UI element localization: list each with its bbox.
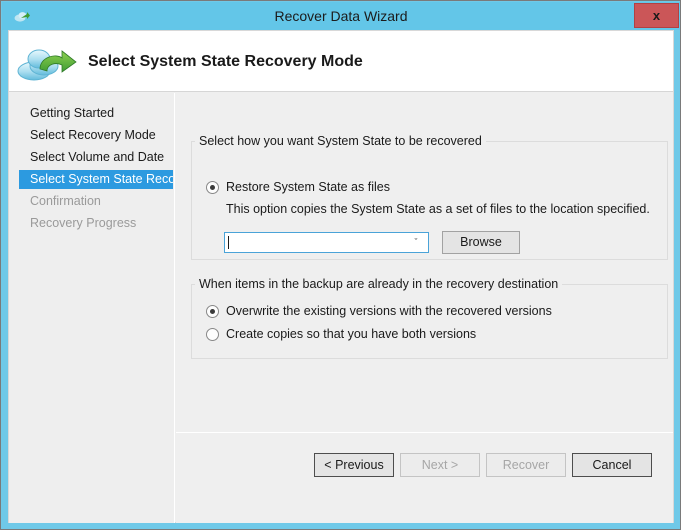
next-button: Next > bbox=[400, 453, 480, 477]
overwrite-existing-label: Overwrite the existing versions with the… bbox=[226, 304, 552, 318]
browse-button[interactable]: Browse bbox=[442, 231, 520, 254]
close-icon[interactable]: x bbox=[634, 3, 679, 28]
sidebar-item-select-system-state-recovery[interactable]: Select System State Reco... bbox=[19, 170, 173, 189]
create-copies-label: Create copies so that you have both vers… bbox=[226, 327, 477, 341]
previous-button[interactable]: < Previous bbox=[314, 453, 394, 477]
wizard-steps-sidebar: Getting Started Select Recovery Mode Sel… bbox=[9, 93, 175, 523]
recover-button: Recover bbox=[486, 453, 566, 477]
cancel-button[interactable]: Cancel bbox=[572, 453, 652, 477]
destination-path-combobox[interactable]: ˇ bbox=[224, 232, 429, 253]
conflict-handling-legend: When items in the backup are already in … bbox=[195, 277, 563, 291]
restore-as-files-radio[interactable]: Restore System State as files bbox=[206, 180, 390, 195]
recover-mode-legend: Select how you want System State to be r… bbox=[195, 134, 486, 148]
sidebar-item-recovery-progress: Recovery Progress bbox=[30, 216, 137, 230]
conflict-handling-groupbox: When items in the backup are already in … bbox=[191, 277, 668, 359]
text-caret bbox=[228, 236, 229, 249]
create-copies-radio[interactable]: Create copies so that you have both vers… bbox=[206, 327, 476, 342]
window-body: Select System State Recovery Mode Gettin… bbox=[8, 30, 674, 523]
sidebar-item-select-volume-and-date[interactable]: Select Volume and Date bbox=[19, 148, 173, 167]
window-title: Recover Data Wizard bbox=[274, 8, 408, 24]
sidebar-item-getting-started[interactable]: Getting Started bbox=[19, 104, 173, 123]
cloud-restore-icon bbox=[14, 39, 80, 85]
chevron-down-icon[interactable]: ˇ bbox=[408, 233, 424, 252]
recover-mode-groupbox: Select how you want System State to be r… bbox=[191, 134, 668, 260]
radio-indicator bbox=[206, 328, 219, 341]
restore-as-files-label: Restore System State as files bbox=[226, 180, 390, 194]
title-bar: Recover Data Wizard x bbox=[2, 2, 680, 30]
overwrite-existing-radio[interactable]: Overwrite the existing versions with the… bbox=[206, 304, 552, 319]
wizard-window: Recover Data Wizard x Select System Stat… bbox=[0, 0, 681, 530]
radio-indicator bbox=[206, 181, 219, 194]
sidebar-item-confirmation: Confirmation bbox=[30, 194, 101, 208]
sidebar-item-select-recovery-mode[interactable]: Select Recovery Mode bbox=[19, 126, 173, 145]
wizard-header: Select System State Recovery Mode bbox=[9, 31, 673, 92]
page-title: Select System State Recovery Mode bbox=[88, 53, 363, 70]
footer-divider bbox=[176, 432, 673, 433]
restore-as-files-description: This option copies the System State as a… bbox=[226, 202, 650, 216]
radio-indicator bbox=[206, 305, 219, 318]
